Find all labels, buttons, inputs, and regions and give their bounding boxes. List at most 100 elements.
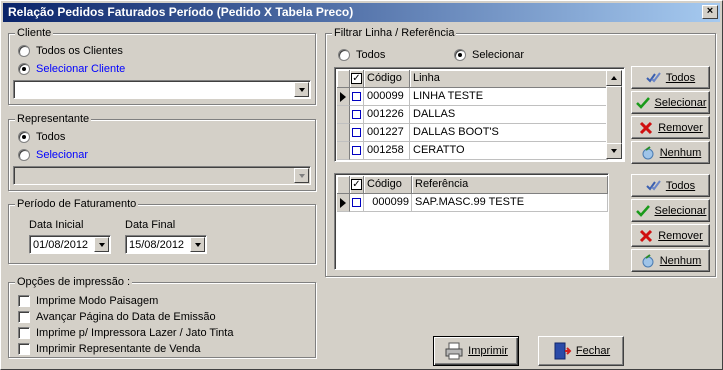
cliente-legend: Cliente xyxy=(15,27,54,39)
row-select-checkbox[interactable] xyxy=(352,198,361,207)
table-row[interactable]: 001258 CERATTO xyxy=(337,142,608,160)
radio-representante-selecionar-label: Selecionar xyxy=(36,149,88,161)
opcao-representante-venda-checkbox[interactable] xyxy=(18,343,30,355)
radio-representante-selecionar[interactable]: Selecionar xyxy=(18,148,88,162)
radio-selecionar-cliente-indicator[interactable] xyxy=(18,63,30,75)
radio-todos-clientes-indicator[interactable] xyxy=(18,45,30,57)
opcao-impressora-lazer[interactable]: Imprime p/ Impressora Lazer / Jato Tinta xyxy=(18,326,233,340)
referencias-grid-header: ✓ Código Referência xyxy=(337,176,608,194)
title-bar[interactable]: Relação Pedidos Faturados Período (Pedid… xyxy=(3,3,720,22)
radio-filtro-selecionar-label: Selecionar xyxy=(472,49,524,61)
scroll-thumb[interactable] xyxy=(606,86,622,146)
referencias-remover-button[interactable]: Remover xyxy=(631,224,710,247)
radio-selecionar-cliente[interactable]: Selecionar Cliente xyxy=(18,62,125,76)
chevron-down-icon xyxy=(98,242,105,247)
opcao-avancar-pagina[interactable]: Avançar Página do Data de Emissão xyxy=(18,310,216,324)
referencias-nenhum-button[interactable]: Nenhum xyxy=(631,249,710,272)
door-exit-icon xyxy=(552,341,572,361)
linhas-scrollbar[interactable] xyxy=(606,70,622,159)
scroll-down-button[interactable] xyxy=(606,143,622,159)
row-select-checkbox[interactable] xyxy=(352,110,361,119)
row-select-checkbox[interactable] xyxy=(352,92,361,101)
red-x-icon xyxy=(638,120,654,136)
opcoes-legend: Opções de impressão : xyxy=(15,276,133,288)
radio-filtro-todos-indicator[interactable] xyxy=(338,49,350,61)
opcao-representante-venda-label: Imprimir Representante de Venda xyxy=(36,343,201,355)
radio-filtro-todos[interactable]: Todos xyxy=(338,48,385,62)
linhas-nenhum-label: Nenhum xyxy=(659,146,702,159)
radio-filtro-selecionar-indicator[interactable] xyxy=(454,49,466,61)
row-code: 001226 xyxy=(364,106,410,124)
row-select-cell[interactable] xyxy=(350,124,364,142)
table-row[interactable]: 001226 DALLAS xyxy=(337,106,608,124)
row-name: LINHA TESTE xyxy=(410,88,608,106)
fechar-button[interactable]: Fechar xyxy=(538,336,624,366)
table-row[interactable]: 000099 SAP.MASC.99 TESTE xyxy=(337,194,608,212)
printer-icon xyxy=(444,341,464,361)
linhas-todos-button[interactable]: Todos xyxy=(631,66,710,89)
cliente-combo-dropdown-button[interactable] xyxy=(294,82,309,97)
data-final-picker[interactable]: 15/08/2012 xyxy=(125,235,207,254)
opcao-modo-paisagem[interactable]: Imprime Modo Paisagem xyxy=(18,294,158,308)
opcao-impressora-lazer-checkbox[interactable] xyxy=(18,327,30,339)
referencias-select-all-header[interactable]: ✓ xyxy=(350,176,364,194)
row-select-cell[interactable] xyxy=(350,88,364,106)
linhas-selecionar-button[interactable]: Selecionar xyxy=(631,91,710,114)
row-select-cell[interactable] xyxy=(350,106,364,124)
linhas-nenhum-button[interactable]: Nenhum xyxy=(631,141,710,164)
linhas-col-codigo[interactable]: Código xyxy=(364,70,410,88)
radio-filtro-selecionar[interactable]: Selecionar xyxy=(454,48,524,62)
linhas-select-all-header[interactable]: ✓ xyxy=(350,70,364,88)
referencias-grid[interactable]: ✓ Código Referência 000099 SAP.MASC.99 T… xyxy=(334,173,609,270)
opcoes-group: Opções de impressão : Imprime Modo Paisa… xyxy=(8,276,316,358)
linhas-remover-button[interactable]: Remover xyxy=(631,116,710,139)
row-name: SAP.MASC.99 TESTE xyxy=(412,194,608,212)
opcao-avancar-pagina-label: Avançar Página do Data de Emissão xyxy=(36,311,216,323)
radio-todos-clientes[interactable]: Todos os Clientes xyxy=(18,44,123,58)
table-row[interactable]: 000099 LINHA TESTE xyxy=(337,88,608,106)
row-select-checkbox[interactable] xyxy=(352,128,361,137)
referencias-todos-label: Todos xyxy=(665,179,696,192)
data-inicial-dropdown-button[interactable] xyxy=(94,237,109,252)
linhas-grid[interactable]: ✓ Código Linha 000099 LINHA TESTE 001226… xyxy=(334,67,625,162)
opcao-modo-paisagem-checkbox[interactable] xyxy=(18,295,30,307)
data-inicial-picker[interactable]: 01/08/2012 xyxy=(29,235,111,254)
row-code: 000099 xyxy=(364,194,412,212)
radio-representante-todos[interactable]: Todos xyxy=(18,130,65,144)
row-indicator xyxy=(337,124,350,142)
referencias-selecionar-button[interactable]: Selecionar xyxy=(631,199,710,222)
representante-combo xyxy=(13,166,311,185)
row-select-cell[interactable] xyxy=(350,142,364,160)
referencias-col-referencia[interactable]: Referência xyxy=(412,176,608,194)
chevron-down-icon xyxy=(611,149,617,153)
radio-representante-todos-label: Todos xyxy=(36,131,66,143)
check-icon xyxy=(635,203,651,219)
referencias-col-codigo[interactable]: Código xyxy=(364,176,412,194)
row-indicator xyxy=(337,194,350,212)
radio-representante-todos-indicator[interactable] xyxy=(18,131,30,143)
scroll-up-button[interactable] xyxy=(606,70,622,86)
row-select-checkbox[interactable] xyxy=(352,146,361,155)
referencias-todos-button[interactable]: Todos xyxy=(631,174,710,197)
radio-filtro-todos-label: Todos xyxy=(356,49,386,61)
imprimir-button[interactable]: Imprimir xyxy=(433,336,519,366)
close-window-button[interactable]: × xyxy=(702,5,718,19)
representante-group: Representante Todos Selecionar xyxy=(8,113,316,191)
linhas-indicator-header xyxy=(337,70,350,88)
opcao-avancar-pagina-checkbox[interactable] xyxy=(18,311,30,323)
table-row[interactable]: 001227 DALLAS BOOT'S xyxy=(337,124,608,142)
referencias-selecionar-label: Selecionar xyxy=(654,204,707,217)
radio-representante-selecionar-indicator[interactable] xyxy=(18,149,30,161)
cliente-combo[interactable] xyxy=(13,80,311,99)
referencias-remover-label: Remover xyxy=(658,229,703,242)
chevron-down-icon xyxy=(298,87,305,92)
referencias-indicator-header xyxy=(337,176,350,194)
chevron-down-icon xyxy=(298,173,305,178)
data-final-value: 15/08/2012 xyxy=(129,239,185,251)
row-indicator xyxy=(337,106,350,124)
row-select-cell[interactable] xyxy=(350,194,364,212)
linhas-col-linha[interactable]: Linha xyxy=(410,70,608,88)
linhas-remover-label: Remover xyxy=(658,121,703,134)
data-final-dropdown-button[interactable] xyxy=(190,237,205,252)
opcao-representante-venda[interactable]: Imprimir Representante de Venda xyxy=(18,342,200,356)
